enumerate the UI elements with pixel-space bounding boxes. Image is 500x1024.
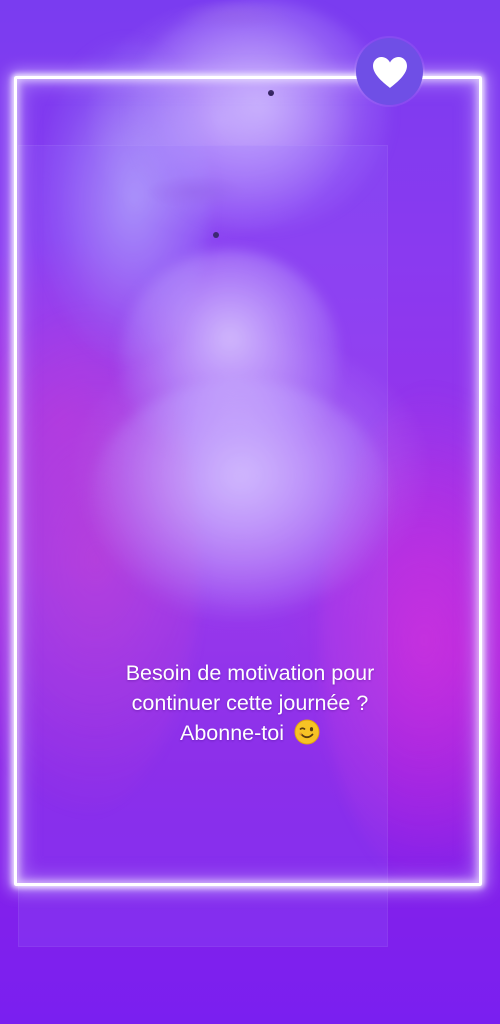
- neon-frame: [14, 76, 482, 886]
- winking-face-emoji-icon: [294, 719, 320, 745]
- caption-line-3-text: Abonne-toi: [180, 721, 284, 745]
- background-photo-lips-top: [175, 0, 295, 30]
- story-viewer[interactable]: Besoin de motivation pour continuer cett…: [0, 0, 500, 1024]
- like-button[interactable]: [356, 38, 423, 105]
- caption-line-2: continuer cette journée ?: [131, 691, 369, 715]
- story-caption: Besoin de motivation pour continuer cett…: [0, 658, 500, 748]
- caption-line-1: Besoin de motivation pour: [125, 661, 375, 685]
- heart-icon: [372, 56, 407, 88]
- caption-line-3: Abonne-toi: [0, 718, 500, 748]
